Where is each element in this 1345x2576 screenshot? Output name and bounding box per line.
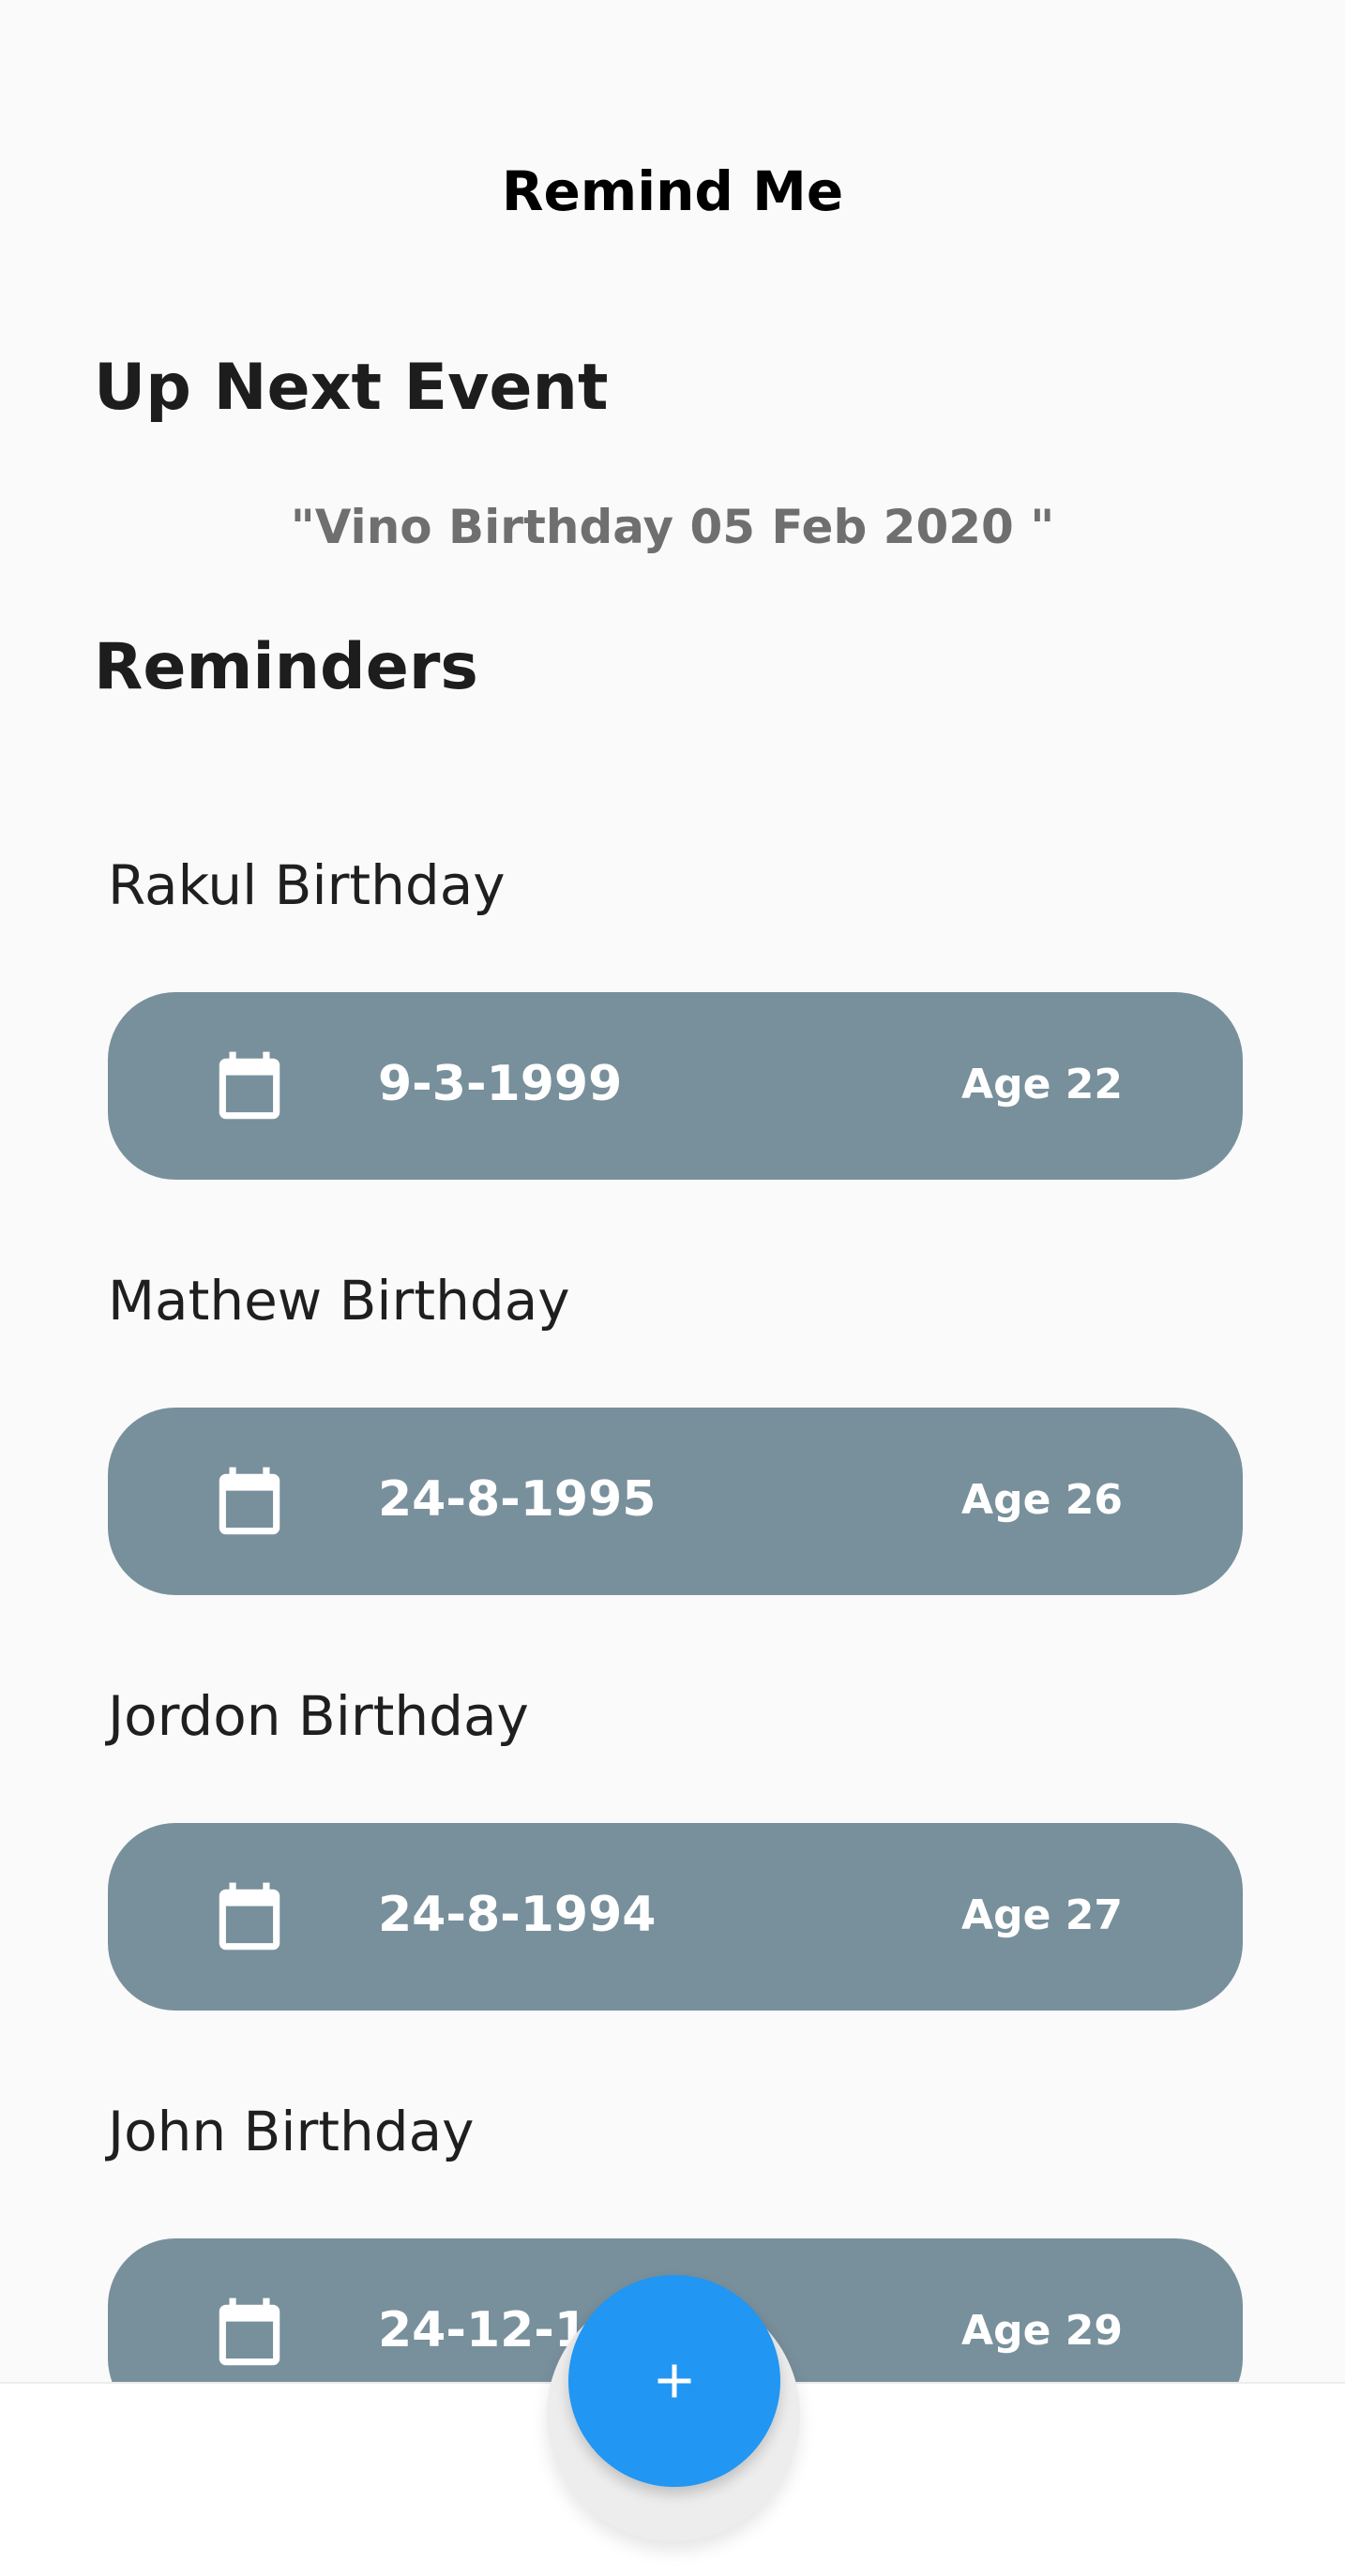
reminder-date: 24-8-1995 — [378, 1471, 657, 1528]
reminder-age: Age 27 — [961, 1891, 1123, 1939]
add-reminder-button[interactable] — [568, 2275, 780, 2487]
calendar-icon — [219, 2297, 280, 2366]
reminder-age: Age 29 — [961, 2307, 1123, 2355]
reminder-card[interactable]: 24-8-1995 Age 26 — [108, 1408, 1243, 1595]
reminder-list[interactable]: Rakul Birthday 9-3-1999 Age 22 Mathew Bi… — [0, 835, 1345, 2382]
reminder-age: Age 26 — [961, 1476, 1123, 1524]
reminder-item[interactable]: Mathew Birthday 24-8-1995 Age 26 — [0, 1250, 1345, 1665]
reminder-card[interactable]: 24-8-1994 Age 27 — [108, 1823, 1243, 2011]
add-icon — [657, 2364, 691, 2398]
calendar-icon — [219, 1467, 280, 1535]
reminder-age: Age 22 — [961, 1061, 1123, 1108]
reminder-name: Mathew Birthday — [108, 1269, 570, 1333]
up-next-heading: Up Next Event — [94, 351, 609, 425]
calendar-icon — [219, 1051, 280, 1120]
reminder-card[interactable]: 9-3-1999 Age 22 — [108, 992, 1243, 1180]
reminder-date: 9-3-1999 — [378, 1056, 623, 1112]
calendar-icon — [219, 1882, 280, 1951]
reminder-name: Rakul Birthday — [108, 853, 506, 917]
reminder-item[interactable]: Rakul Birthday 9-3-1999 Age 22 — [0, 835, 1345, 1250]
reminder-item[interactable]: Jordon Birthday 24-8-1994 Age 27 — [0, 1665, 1345, 2081]
reminders-heading: Reminders — [94, 630, 478, 704]
up-next-event: "Vino Birthday 05 Feb 2020 " — [290, 500, 1055, 554]
reminder-name: Jordon Birthday — [108, 1684, 529, 1748]
reminder-name: John Birthday — [108, 2100, 475, 2163]
app-title: Remind Me — [501, 159, 844, 223]
reminder-date: 24-8-1994 — [378, 1887, 657, 1943]
